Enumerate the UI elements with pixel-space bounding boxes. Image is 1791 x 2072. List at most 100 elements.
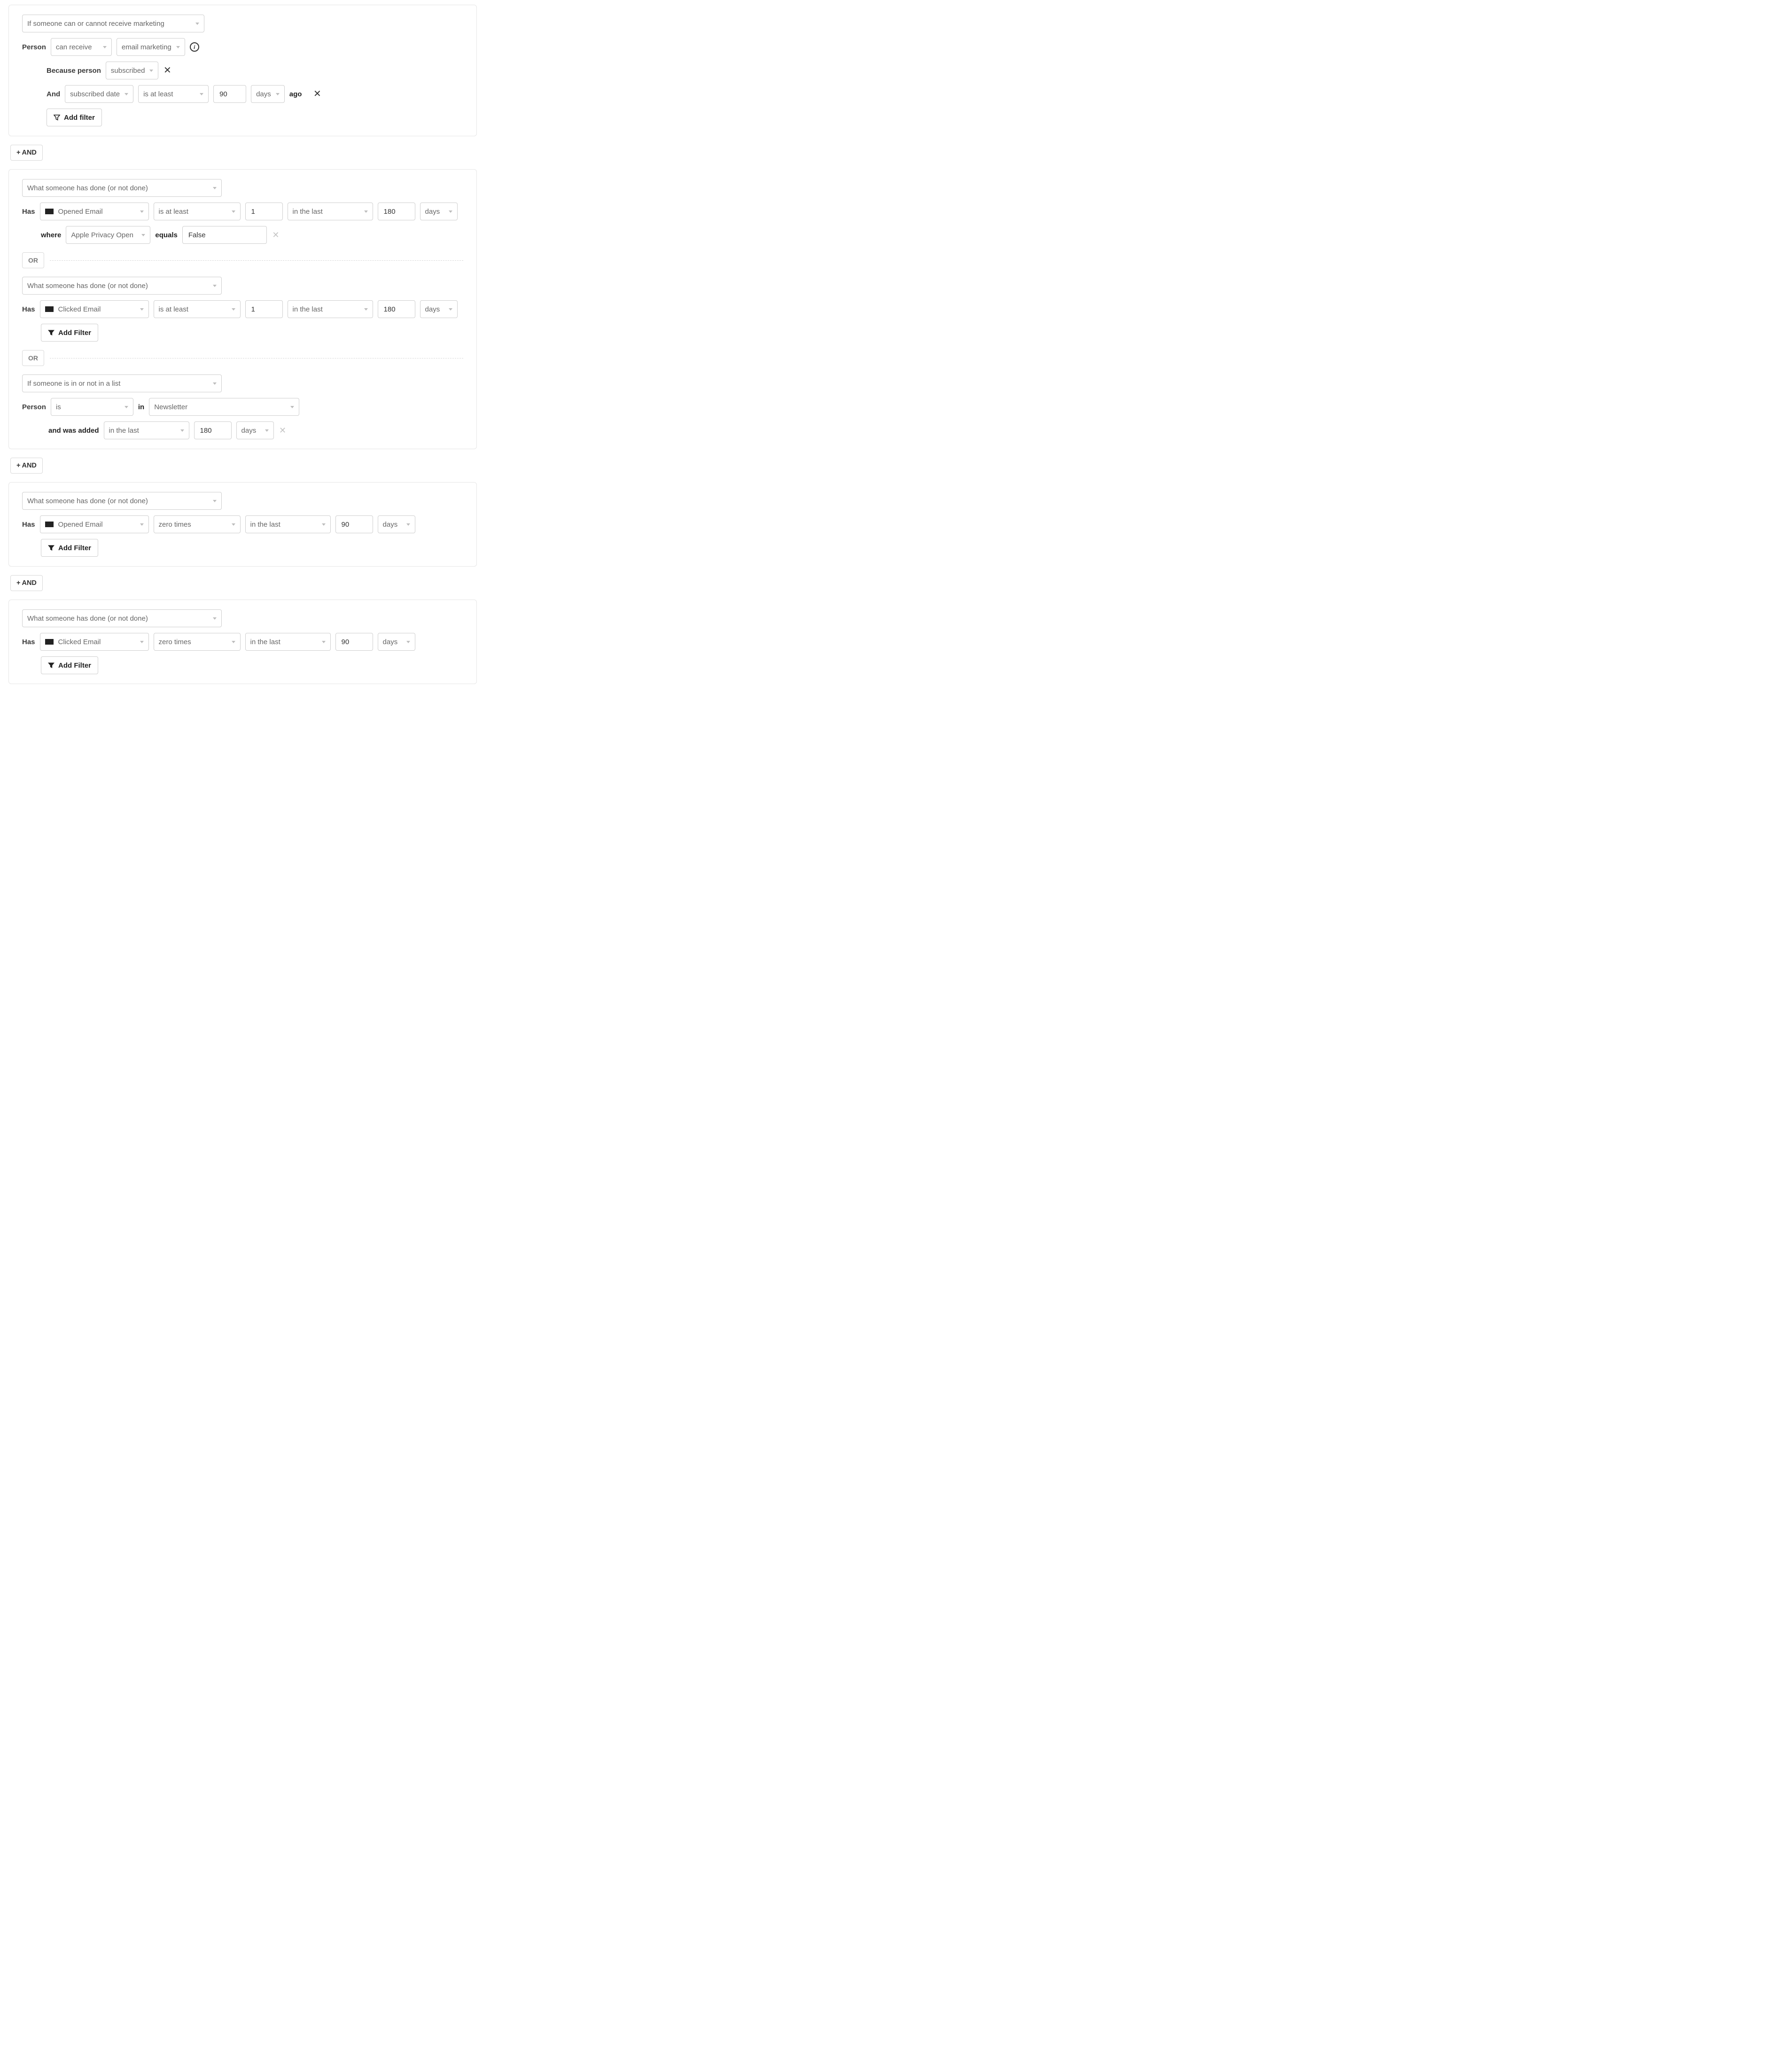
where-value-input[interactable]: False (182, 226, 267, 244)
condition-type-select[interactable]: What someone has done (or not done) (22, 492, 222, 510)
condition-type-select[interactable]: What someone has done (or not done) (22, 609, 222, 627)
has-label: Has (22, 305, 35, 313)
or-button[interactable]: OR (22, 350, 44, 366)
range-select[interactable]: in the last (245, 515, 331, 533)
count-op-select[interactable]: zero times (154, 515, 241, 533)
added-range-select[interactable]: in the last (104, 421, 189, 439)
range-value-input[interactable]: 180 (378, 203, 415, 220)
has-label: Has (22, 638, 35, 646)
because-select[interactable]: subscribed (106, 62, 159, 79)
condition-type-select[interactable]: If someone is in or not in a list (22, 374, 222, 392)
range-unit-select[interactable]: days (378, 515, 415, 533)
range-value-input[interactable]: 180 (378, 300, 415, 318)
list-select[interactable]: Newsletter (149, 398, 299, 416)
add-filter-button[interactable]: Add Filter (41, 539, 98, 557)
event-select[interactable]: Opened Email (40, 203, 149, 220)
or-button[interactable]: OR (22, 252, 44, 268)
event-select[interactable]: Opened Email (40, 515, 149, 533)
chevron-down-icon (141, 234, 145, 236)
chevron-down-icon (149, 70, 153, 72)
add-filter-button[interactable]: Add Filter (41, 656, 98, 674)
range-select[interactable]: in the last (245, 633, 331, 651)
chevron-down-icon (406, 641, 410, 643)
or-connector: OR (22, 350, 463, 366)
count-op-select[interactable]: zero times (154, 633, 241, 651)
add-filter-button[interactable]: Add filter (47, 109, 102, 126)
count-op-select[interactable]: is at least (154, 203, 241, 220)
range-unit-select[interactable]: days (420, 300, 458, 318)
condition-block-1: If someone can or cannot receive marketi… (8, 5, 477, 136)
and-connector-button[interactable]: +AND (10, 145, 43, 161)
chevron-down-icon (200, 93, 203, 95)
added-value-input[interactable]: 180 (194, 421, 232, 439)
chevron-down-icon (103, 46, 107, 48)
person-label: Person (22, 43, 46, 51)
condition-type-select[interactable]: What someone has done (or not done) (22, 179, 222, 197)
close-icon[interactable]: ✕ (313, 90, 321, 98)
has-label: Has (22, 208, 35, 216)
klaviyo-icon (45, 306, 54, 312)
chevron-down-icon (125, 93, 128, 95)
added-unit-select[interactable]: days (236, 421, 274, 439)
range-value-input[interactable]: 90 (335, 633, 373, 651)
chevron-down-icon (140, 308, 144, 311)
condition-type-label: If someone can or cannot receive marketi… (27, 20, 164, 28)
channel-select[interactable]: email marketing (117, 38, 185, 56)
chevron-down-icon (232, 523, 235, 526)
chevron-down-icon (276, 93, 280, 95)
chevron-down-icon (140, 641, 144, 643)
funnel-icon (48, 662, 55, 669)
chevron-down-icon (364, 308, 368, 311)
range-select[interactable]: in the last (288, 203, 373, 220)
person-label: Person (22, 403, 46, 411)
chevron-down-icon (125, 406, 128, 408)
date-op-select[interactable]: is at least (138, 85, 209, 103)
chevron-down-icon (265, 429, 269, 432)
funnel-icon (48, 545, 55, 551)
chevron-down-icon (322, 523, 326, 526)
count-value-input[interactable]: 1 (245, 203, 283, 220)
range-unit-select[interactable]: days (420, 203, 458, 220)
funnel-icon (48, 329, 55, 336)
and-connector-button[interactable]: +AND (10, 458, 43, 474)
chevron-down-icon (195, 23, 199, 25)
date-unit-select[interactable]: days (251, 85, 285, 103)
chevron-down-icon (232, 641, 235, 643)
close-icon[interactable]: ✕ (163, 66, 171, 75)
is-select[interactable]: is (51, 398, 133, 416)
klaviyo-icon (45, 209, 54, 214)
chevron-down-icon (180, 429, 184, 432)
range-select[interactable]: in the last (288, 300, 373, 318)
date-value-input[interactable]: 90 (213, 85, 246, 103)
condition-type-select[interactable]: If someone can or cannot receive marketi… (22, 15, 204, 32)
range-value-input[interactable]: 90 (335, 515, 373, 533)
klaviyo-icon (45, 639, 54, 645)
event-select[interactable]: Clicked Email (40, 633, 149, 651)
where-label: where (41, 231, 61, 239)
chevron-down-icon (213, 500, 217, 502)
close-icon[interactable]: ✕ (279, 426, 287, 435)
chevron-down-icon (364, 210, 368, 213)
close-icon[interactable]: ✕ (272, 231, 280, 239)
and-label: And (47, 90, 60, 98)
chevron-down-icon (140, 210, 144, 213)
klaviyo-icon (45, 522, 54, 527)
and-connector-button[interactable]: +AND (10, 575, 43, 591)
in-label: in (138, 403, 144, 411)
can-receive-select[interactable]: can receive (51, 38, 112, 56)
count-op-select[interactable]: is at least (154, 300, 241, 318)
condition-block-4: What someone has done (or not done) Has … (8, 600, 477, 684)
where-field-select[interactable]: Apple Privacy Open (66, 226, 150, 244)
chevron-down-icon (406, 523, 410, 526)
count-value-input[interactable]: 1 (245, 300, 283, 318)
chevron-down-icon (213, 382, 217, 385)
has-label: Has (22, 521, 35, 529)
equals-label: equals (155, 231, 178, 239)
date-field-select[interactable]: subscribed date (65, 85, 133, 103)
chevron-down-icon (232, 308, 235, 311)
condition-type-select[interactable]: What someone has done (or not done) (22, 277, 222, 295)
range-unit-select[interactable]: days (378, 633, 415, 651)
event-select[interactable]: Clicked Email (40, 300, 149, 318)
add-filter-button[interactable]: Add Filter (41, 324, 98, 342)
info-icon[interactable] (190, 42, 199, 52)
